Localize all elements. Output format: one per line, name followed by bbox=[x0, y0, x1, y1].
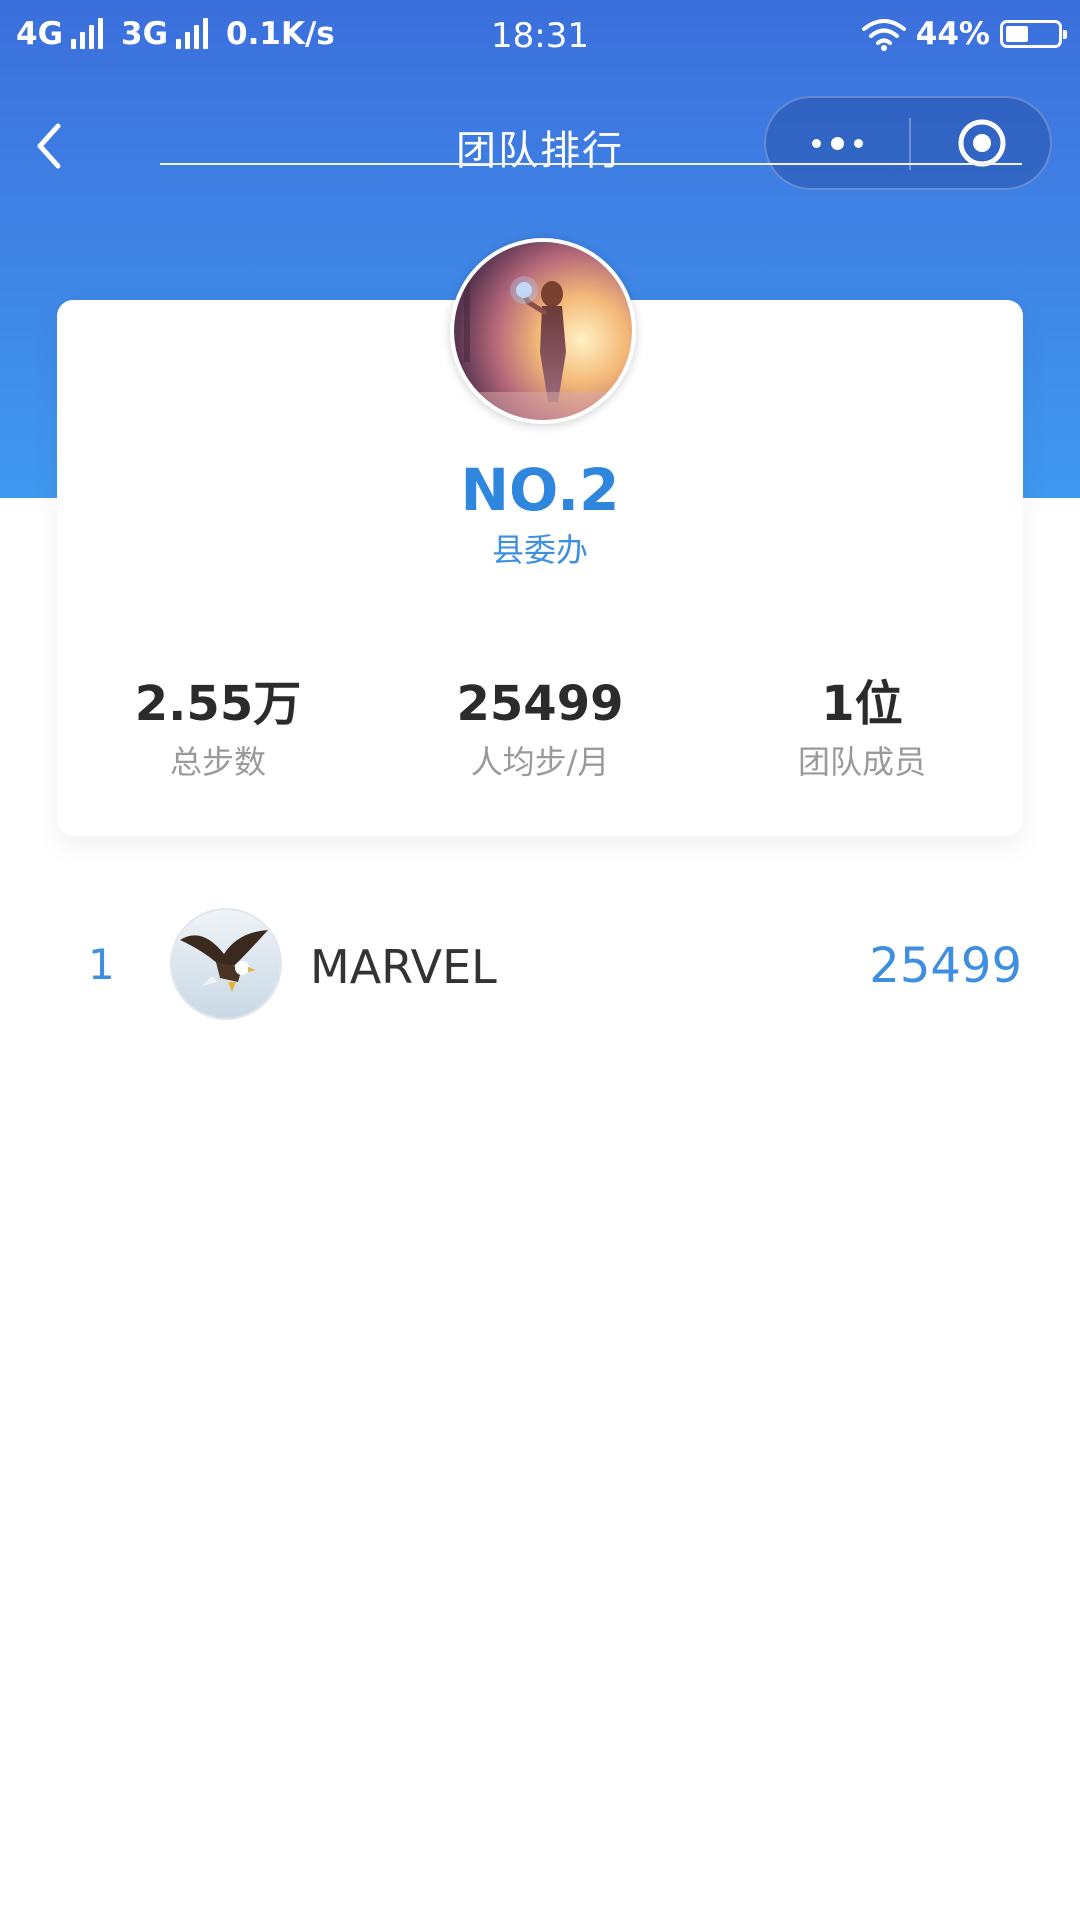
member-name: MARVEL bbox=[310, 940, 497, 994]
battery-icon bbox=[1000, 20, 1067, 48]
stat-label: 总步数 bbox=[169, 743, 266, 781]
team-avatar-photo bbox=[454, 242, 632, 420]
stat-value: 25499 bbox=[456, 676, 624, 732]
stat-total-steps: 2.55万 总步数 bbox=[58, 668, 378, 784]
team-rank: NO.2 bbox=[460, 456, 620, 524]
stat-avg-steps: 25499 人均步/月 bbox=[380, 668, 700, 784]
status-bar: 4G 3G 0.1K/s 18:31 44% bbox=[0, 0, 1080, 78]
more-button[interactable] bbox=[766, 98, 909, 188]
target-close-icon bbox=[958, 119, 1005, 167]
battery-fill bbox=[1006, 26, 1028, 42]
stat-members: 1位 团队成员 bbox=[702, 668, 1022, 784]
member-list-item[interactable]: 1 MARVEL 25499 bbox=[0, 900, 1080, 1060]
member-avatar bbox=[170, 908, 282, 1020]
status-right: 44% bbox=[861, 16, 1067, 52]
battery-percent: 44% bbox=[915, 16, 990, 52]
stat-value: 1位 bbox=[821, 676, 903, 732]
team-avatar bbox=[450, 238, 636, 424]
eagle-avatar-icon bbox=[172, 910, 280, 1018]
mini-program-capsule bbox=[764, 96, 1052, 190]
close-button[interactable] bbox=[911, 98, 1052, 188]
team-name: 县委办 bbox=[491, 531, 588, 569]
member-steps: 25499 bbox=[869, 938, 1022, 994]
wifi-icon bbox=[861, 19, 906, 51]
member-rank: 1 bbox=[88, 940, 115, 989]
list-divider bbox=[160, 163, 1022, 165]
more-dots-icon bbox=[807, 136, 868, 150]
stat-value: 2.55万 bbox=[134, 676, 302, 732]
stat-label: 团队成员 bbox=[797, 743, 926, 781]
stat-label: 人均步/月 bbox=[470, 743, 610, 781]
